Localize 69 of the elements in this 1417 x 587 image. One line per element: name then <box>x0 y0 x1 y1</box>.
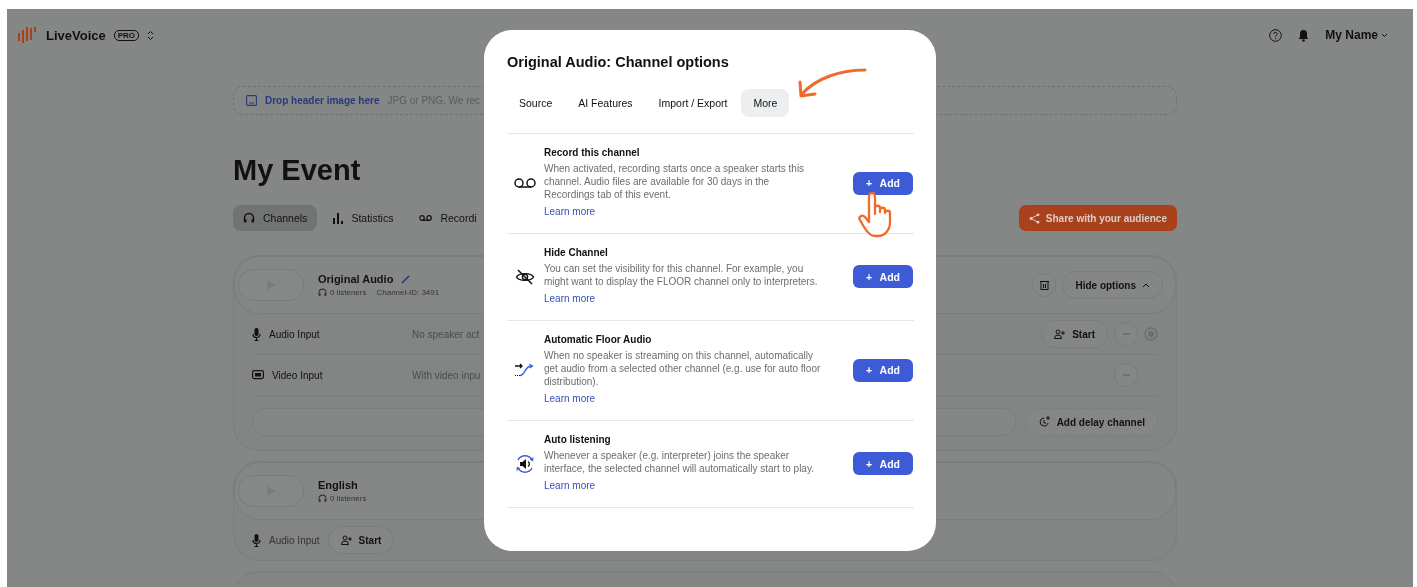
headphones-icon <box>318 494 327 503</box>
listener-count: 0 listeners <box>318 494 367 503</box>
tab[interactable]: Statistics <box>323 205 404 231</box>
learn-more-link[interactable]: Learn more <box>544 480 596 491</box>
channel-id: Channel-ID: 3491 <box>376 288 440 297</box>
option-title: Auto listening <box>544 434 612 445</box>
app-name: LiveVoice <box>46 27 106 43</box>
option-description: When no speaker is streaming on this channel, automatically get audio from a selected other channel (e.g. use for auto floor distribution). <box>544 349 822 388</box>
trash-icon <box>1039 280 1049 290</box>
option-title: Record this channel <box>544 147 641 158</box>
sound-wave-logo-icon <box>18 27 38 43</box>
share-icon <box>1028 212 1040 224</box>
add-button[interactable]: + Add <box>853 452 913 475</box>
plan-badge: PRO <box>113 29 140 41</box>
option-title: Hide Channel <box>544 247 609 258</box>
help-icon[interactable] <box>1269 28 1283 42</box>
option-description: Whenever a speaker (e.g. interpreter) joins the speaker interface, the selected channel will automatically start to play. <box>544 449 815 475</box>
eye-slash-icon <box>515 267 535 286</box>
voicemail-icon <box>514 177 536 189</box>
route-arrow-icon <box>514 363 536 377</box>
add-delay-channel-button[interactable]: Add delay channel <box>1025 408 1158 436</box>
switch-chevrons-icon[interactable] <box>147 29 155 41</box>
user-menu[interactable]: My Name <box>1325 28 1388 42</box>
channel-name: Original Audio <box>318 273 394 285</box>
learn-more-link[interactable]: Learn more <box>544 293 596 304</box>
input-label: Audio Input <box>269 328 320 340</box>
learn-more-link[interactable]: Learn more <box>544 393 596 404</box>
share-button[interactable]: Share with your audience <box>1018 205 1177 231</box>
dialog-tab[interactable]: Import / Export <box>646 89 740 117</box>
edit-pencil-icon[interactable] <box>401 274 411 284</box>
chevron-down-icon <box>1381 32 1388 38</box>
input-label: Audio Input <box>269 534 320 546</box>
channel-name: English <box>318 479 358 491</box>
chevron-up-icon <box>1142 282 1150 288</box>
dialog-tab[interactable]: Source <box>507 89 565 117</box>
bar-chart-icon <box>333 212 344 224</box>
dialog-tab[interactable]: More <box>741 89 790 117</box>
drop-link[interactable]: Drop header image here <box>265 95 380 106</box>
clock-plus-icon <box>1038 416 1051 428</box>
learn-more-link[interactable]: Learn more <box>544 206 596 217</box>
option-description: You can set the visibility for this channel. For example, you might want to display the FLOOR channel only to interpreters. <box>544 262 819 288</box>
dialog-title: Original Audio: Channel options <box>507 53 730 72</box>
add-person-icon <box>340 535 353 545</box>
hide-options-button[interactable]: Hide options <box>1062 271 1163 299</box>
microphone-icon <box>252 327 261 341</box>
listener-count: 0 listeners <box>318 288 367 297</box>
tab[interactable]: Channels <box>233 205 318 231</box>
screen-icon <box>252 370 264 380</box>
event-title: My Event <box>233 153 361 187</box>
input-label: Video Input <box>272 369 323 381</box>
delete-button[interactable] <box>1032 273 1057 297</box>
headphones-icon <box>243 212 255 224</box>
add-button[interactable]: + Add <box>853 265 913 288</box>
option-description: When activated, recording starts once a speaker starts this channel. Audio files are available for 30 days in the Recordings tab of this event. <box>544 162 806 201</box>
speaker-sync-icon <box>514 452 536 475</box>
arrow-annotation <box>796 66 868 100</box>
add-person-icon <box>1054 329 1067 339</box>
microphone-icon <box>252 533 261 547</box>
add-button[interactable]: + Add <box>853 171 913 195</box>
image-icon <box>246 95 257 106</box>
tab[interactable]: Recordi <box>409 205 487 231</box>
start-button[interactable]: Start <box>327 526 395 554</box>
option-title: Automatic Floor Audio <box>544 334 653 345</box>
notification-bell-icon[interactable] <box>1298 28 1310 42</box>
add-button[interactable]: + Add <box>853 358 913 382</box>
dialog-tab[interactable]: AI Features <box>566 89 645 117</box>
voicemail-icon <box>419 214 433 222</box>
start-button[interactable]: Start <box>1041 320 1108 348</box>
headphones-icon <box>318 288 327 297</box>
